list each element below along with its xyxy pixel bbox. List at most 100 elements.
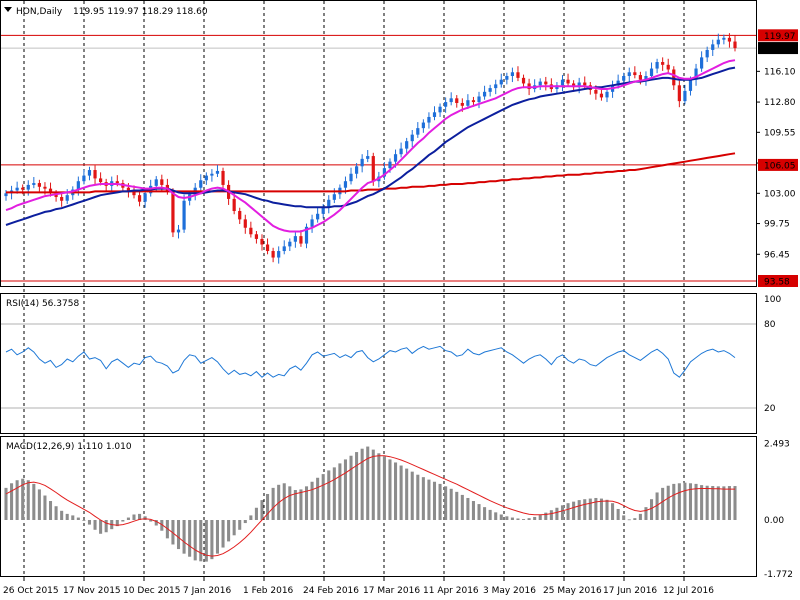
candle-body [683, 90, 687, 102]
macd-bar [666, 485, 670, 520]
candle-body [371, 156, 375, 182]
candle-body [516, 72, 520, 78]
candle-body [505, 75, 509, 80]
candle-body [649, 68, 654, 76]
macd-bar [394, 462, 398, 520]
candle-body [666, 64, 670, 70]
macd-bar [54, 506, 58, 520]
macd-bar [449, 488, 453, 520]
macd-bar [343, 459, 347, 520]
macd-bar [594, 497, 598, 520]
candle-body [633, 72, 637, 76]
macd-bar [616, 508, 620, 520]
candle-body [87, 170, 92, 176]
candle-body [566, 79, 570, 84]
macd-title: MACD(12,26,9) 1.110 1.010 [6, 442, 132, 452]
candle-body [416, 128, 420, 135]
macd-bar [126, 517, 130, 520]
rsi-title: RSI(14) 56.3758 [6, 299, 79, 309]
candle-body [460, 102, 464, 106]
candle-body [466, 100, 470, 106]
candle-body [221, 170, 225, 185]
candle-body [82, 175, 86, 182]
macd-bar [421, 477, 425, 520]
macd-bar [4, 487, 8, 520]
macd-bar [182, 520, 186, 554]
candle-body [199, 180, 203, 188]
candle-body [427, 116, 431, 123]
macd-bar [232, 520, 236, 536]
macd-bar [533, 516, 537, 520]
macd-bar [649, 499, 654, 520]
macd-bar [494, 512, 498, 520]
macd-bar [516, 518, 520, 520]
candle-body [661, 62, 665, 65]
macd-bar [477, 504, 481, 520]
date-label: 1 Feb 2016 [243, 586, 294, 596]
candle-body [432, 112, 437, 117]
macd-bar [321, 474, 325, 520]
candle-body [494, 84, 498, 89]
macd-bar [722, 486, 726, 520]
candle-body [21, 187, 25, 190]
candle-body [655, 62, 659, 69]
candle-body [544, 81, 548, 85]
candle-body [711, 44, 715, 50]
price-tick-label: 103.00 [764, 189, 796, 199]
candle-body [627, 72, 631, 76]
candle-body [249, 227, 253, 235]
macd-bar [210, 520, 214, 560]
candle-body [444, 102, 448, 107]
candle-body [277, 251, 281, 258]
macd-bar [510, 517, 514, 520]
candle-body [538, 81, 542, 86]
price-tick-label: 109.55 [764, 128, 796, 138]
candle-body [310, 219, 314, 227]
macd-bar [377, 453, 381, 520]
price-tick-label: 99.75 [764, 220, 790, 230]
macd-bar [588, 498, 592, 520]
macd-bar [316, 477, 320, 520]
price-level-label: 93.58 [764, 278, 790, 288]
macd-bar [483, 507, 487, 520]
candle-body [672, 69, 676, 86]
macd-bar [382, 456, 386, 520]
macd-bar [355, 452, 359, 520]
candle-body [410, 134, 414, 142]
candle-body [65, 195, 69, 201]
macd-bar [522, 519, 526, 520]
rsi-level-label: 80 [764, 320, 776, 330]
macd-bar [10, 483, 14, 520]
macd-bar [199, 520, 203, 562]
macd-bar [644, 507, 648, 520]
candle-body [15, 187, 19, 191]
macd-bar [605, 499, 609, 520]
candle-body [716, 39, 720, 45]
candle-body [482, 91, 487, 97]
macd-bar [48, 501, 53, 520]
macd-bar [32, 483, 36, 520]
rsi-level-label: 20 [764, 404, 776, 414]
macd-bar [282, 483, 286, 520]
price-level-label: 118.60 [764, 45, 796, 55]
price-level-label: 119.97 [764, 32, 796, 42]
macd-bar [566, 503, 570, 520]
candle-body [288, 241, 292, 247]
macd-bar [176, 520, 181, 550]
macd-bar [611, 503, 615, 520]
macd-bar [121, 520, 125, 522]
candle-body [560, 79, 565, 86]
macd-bar [460, 494, 464, 520]
macd-bar [310, 481, 314, 520]
rsi-line [5, 345, 736, 378]
macd-bar [716, 486, 720, 520]
mid-moving-average-line [5, 66, 736, 226]
candle-body [232, 198, 236, 211]
candle-body [727, 37, 732, 42]
fast-moving-average-line [5, 59, 736, 233]
dropdown-triangle-icon[interactable] [4, 7, 12, 12]
macd-bar [555, 507, 559, 520]
macd-bar [37, 489, 41, 520]
candle-body [349, 173, 353, 182]
candle-body [449, 98, 453, 103]
